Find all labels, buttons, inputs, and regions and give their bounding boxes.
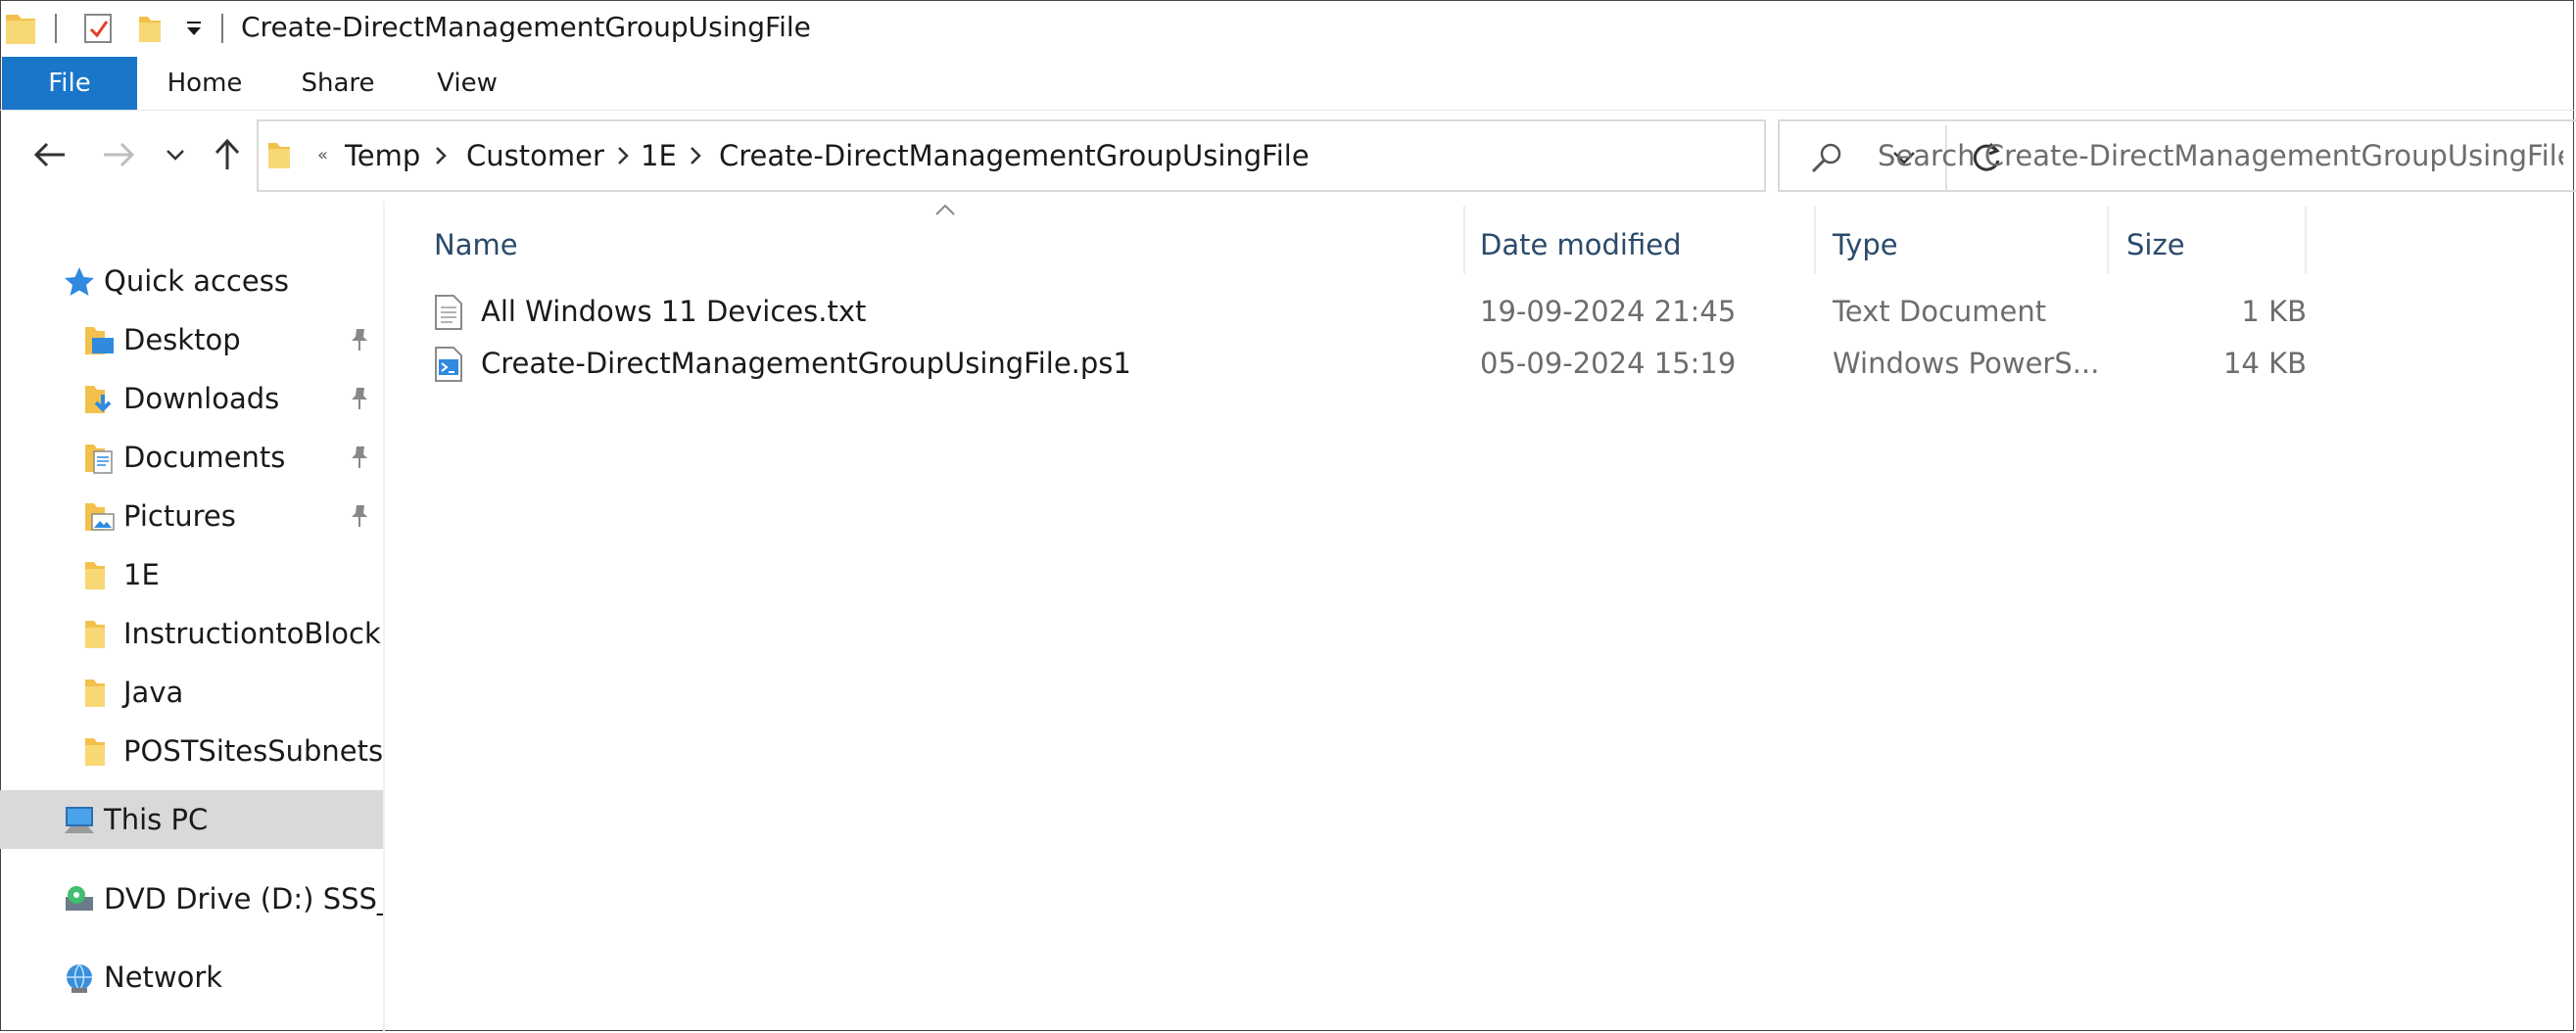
sidebar-item-label: Pictures [123, 499, 236, 533]
tab-file[interactable]: File [2, 57, 137, 110]
sidebar-item-documents[interactable]: Documents [0, 429, 383, 486]
file-date-modified: 19-09-2024 21:45 [1480, 295, 1737, 328]
up-button[interactable] [208, 133, 247, 176]
sidebar-item-label: DVD Drive (D:) SSS_X6 [104, 882, 383, 916]
title-bar: Create-DirectManagementGroupUsingFile [0, 0, 2576, 57]
forward-button[interactable] [94, 133, 143, 176]
sidebar-item-network[interactable]: Network [0, 949, 383, 1006]
file-size: 1 KB [2241, 295, 2307, 328]
dvd-drive-icon [63, 883, 96, 916]
folder-icon [266, 139, 296, 170]
sidebar-item-label: Quick access [104, 264, 289, 298]
text-file-icon [432, 294, 465, 331]
sidebar-item-downloads[interactable]: Downloads [0, 370, 383, 427]
column-divider[interactable] [1463, 206, 1465, 274]
folder-icon [82, 618, 116, 651]
search-icon [1809, 141, 1844, 174]
pictures-folder-icon [82, 500, 116, 534]
sidebar-item-label: Java [123, 676, 184, 709]
column-divider[interactable] [2107, 206, 2109, 274]
properties-icon[interactable] [78, 10, 118, 47]
breadcrumb-1e[interactable]: 1E [641, 121, 677, 190]
column-header-name[interactable]: Name [434, 221, 518, 268]
window-title: Create-DirectManagementGroupUsingFile [241, 11, 811, 43]
file-date-modified: 05-09-2024 15:19 [1480, 347, 1737, 380]
folder-icon[interactable] [4, 10, 37, 47]
file-type: Text Document [1833, 295, 2047, 328]
chevron-right-icon[interactable] [615, 145, 631, 166]
chevron-right-icon[interactable] [688, 145, 703, 166]
sidebar-item-label: This PC [104, 803, 209, 836]
file-type: Windows PowerS... [1833, 347, 2100, 380]
sidebar-item-quick-access[interactable]: Quick access [0, 253, 383, 309]
powershell-file-icon [432, 346, 465, 383]
sidebar-item-label: InstructiontoBlock [123, 617, 381, 650]
pin-icon[interactable] [349, 445, 370, 470]
tab-home[interactable]: Home [159, 57, 251, 110]
recent-locations-button[interactable] [161, 133, 190, 176]
ribbon: File Home Share View [0, 57, 2576, 111]
separator [221, 14, 223, 43]
folder-icon [82, 735, 116, 769]
sidebar-item-pictures[interactable]: Pictures [0, 488, 383, 544]
folder-icon [82, 559, 116, 592]
file-size: 14 KB [2222, 347, 2307, 380]
file-row[interactable]: All Windows 11 Devices.txt 19-09-2024 21… [426, 286, 2336, 337]
file-name: All Windows 11 Devices.txt [481, 295, 867, 328]
search-input[interactable] [1878, 121, 2563, 190]
breadcrumb-current-folder[interactable]: Create-DirectManagementGroupUsingFile [719, 121, 1310, 190]
downloads-folder-icon [82, 383, 116, 416]
sidebar-item-1e[interactable]: 1E [0, 546, 383, 603]
sidebar-item-postsitessubnets[interactable]: POSTSitesSubnets [0, 723, 383, 779]
sidebar-item-label: Documents [123, 441, 286, 474]
desktop-folder-icon [82, 324, 116, 357]
address-bar[interactable]: « Temp Customer 1E Create-DirectManageme… [257, 119, 2000, 192]
sidebar-item-desktop[interactable]: Desktop [0, 311, 383, 368]
sidebar-item-label: Downloads [123, 382, 280, 415]
file-name: Create-DirectManagementGroupUsingFile.ps… [481, 347, 1131, 380]
file-row[interactable]: Create-DirectManagementGroupUsingFile.ps… [426, 338, 2336, 389]
breadcrumb-customer[interactable]: Customer [466, 121, 604, 190]
column-header-date-modified[interactable]: Date modified [1480, 221, 1682, 268]
column-header-size[interactable]: Size [2126, 221, 2185, 268]
documents-folder-icon [82, 442, 116, 475]
column-divider[interactable] [1814, 206, 1816, 274]
pin-icon[interactable] [349, 503, 370, 529]
chevron-right-icon[interactable] [433, 145, 449, 166]
separator [55, 14, 57, 43]
navigation-pane: Quick access Desktop Downloads Documents [0, 202, 385, 1033]
sidebar-item-label: Desktop [123, 323, 241, 356]
sidebar-item-label: POSTSitesSubnets [123, 734, 384, 768]
sidebar-item-label: 1E [123, 558, 160, 591]
column-header-type[interactable]: Type [1833, 221, 1898, 268]
navigation-bar: « Temp Customer 1E Create-DirectManageme… [0, 114, 2576, 202]
sort-ascending-icon [933, 202, 957, 217]
star-icon [63, 265, 96, 299]
file-list: Name Date modified Type Size All Windows… [387, 202, 2576, 1033]
sidebar-item-dvd-drive[interactable]: DVD Drive (D:) SSS_X6 [0, 870, 383, 927]
computer-icon [63, 804, 96, 837]
sidebar-item-label: Network [104, 961, 223, 994]
sidebar-item-java[interactable]: Java [0, 664, 383, 721]
folder-icon [82, 677, 116, 710]
customize-toolbar-icon[interactable] [180, 10, 208, 47]
network-icon [63, 962, 96, 995]
tab-share[interactable]: Share [294, 57, 382, 110]
tab-view[interactable]: View [423, 57, 511, 110]
pin-icon[interactable] [349, 327, 370, 352]
pin-icon[interactable] [349, 386, 370, 411]
sidebar-item-instructiontoblock[interactable]: InstructiontoBlock [0, 605, 383, 662]
new-folder-icon[interactable] [133, 10, 167, 47]
sidebar-item-this-pc[interactable]: This PC [0, 790, 383, 849]
column-divider[interactable] [2305, 206, 2307, 274]
back-button[interactable] [25, 133, 74, 176]
search-box[interactable] [1778, 119, 2576, 192]
breadcrumb-temp[interactable]: Temp [345, 121, 420, 190]
breadcrumb-overflow[interactable]: « [317, 121, 328, 190]
